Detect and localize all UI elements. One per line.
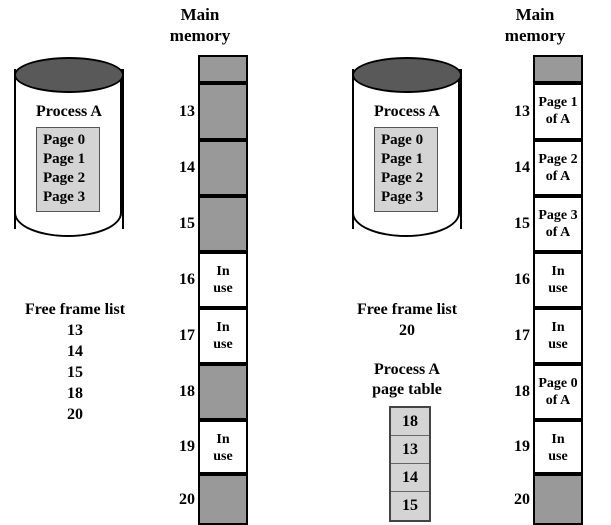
left-memory-frame-cell-label: In use: [213, 264, 233, 296]
right-memory-frame-cell: In use: [533, 308, 583, 364]
right-main-memory-header: Main memory: [475, 4, 595, 46]
right-disk-side-left: [352, 69, 354, 229]
left-memory-frame-cell: [198, 474, 248, 525]
left-disk-page-0: Page 0: [43, 132, 86, 148]
left-frame-number: 14: [179, 159, 195, 176]
left-memory-frame-cell-label: In use: [213, 320, 233, 352]
right-memory-frame-cell: Page 0 of A: [533, 364, 583, 420]
left-frame-number: 18: [179, 383, 195, 400]
left-disk-side-left: [14, 69, 16, 229]
right-disk-process-label: Process A: [374, 103, 440, 120]
right-disk-page-2: Page 2: [381, 170, 424, 186]
left-frame-number: 16: [179, 271, 195, 288]
left-free-frame-list: Free frame list 13 14 15 18 20: [0, 300, 150, 425]
left-memory-frame-cell: [198, 83, 248, 140]
left-disk-process-label: Process A: [36, 103, 102, 120]
left-free-frame-item: 14: [67, 343, 83, 360]
left-memory-frame-cell: [198, 55, 248, 83]
left-disk-page-1: Page 1: [43, 151, 86, 167]
left-disk-cylinder: Process A Page 0 Page 1 Page 2 Page 3: [14, 57, 124, 251]
right-memory-frame-cell: [533, 474, 583, 525]
right-memory-frame-cell-label: In use: [548, 320, 568, 352]
left-memory-frame-cell: [198, 364, 248, 420]
right-memory-frame-cell-label: In use: [548, 432, 568, 464]
process-a-page-table: 18 13 14 15: [389, 406, 431, 522]
right-disk-top-ellipse: [352, 57, 462, 93]
right-memory-frame-cell: In use: [533, 252, 583, 308]
left-frame-number: 17: [179, 327, 195, 344]
right-memory-frame-cell-label: Page 0 of A: [538, 376, 578, 408]
right-frame-number: 20: [514, 490, 530, 508]
right-memory-frame-cell: Page 3 of A: [533, 196, 583, 252]
page-table-title-line2: page table: [372, 381, 442, 398]
right-memory-frame-cell-label: Page 1 of A: [538, 95, 578, 127]
right-frame-number: 19: [514, 438, 530, 455]
right-disk-page-3: Page 3: [381, 189, 424, 205]
right-memory-frame-cell: [533, 55, 583, 83]
page-table-entry: 13: [391, 436, 429, 464]
right-disk-page-1: Page 1: [381, 151, 424, 167]
right-disk-page-box: Page 0 Page 1 Page 2 Page 3: [374, 127, 438, 212]
left-free-frame-item: 20: [67, 406, 83, 423]
right-free-frame-list-title: Free frame list: [356, 301, 458, 318]
right-frame-number: 17: [514, 327, 530, 344]
right-frame-number: 15: [514, 215, 530, 232]
right-memory-header-line1: Main: [515, 5, 555, 24]
right-memory-frame-cell: In use: [533, 420, 583, 474]
left-memory-frame-cell-label: In use: [213, 432, 233, 464]
page-table-entry: 15: [402, 497, 418, 514]
left-disk-top-ellipse: [14, 57, 124, 93]
left-free-frame-list-title: Free frame list: [24, 301, 126, 318]
left-main-memory-header: Main memory: [140, 4, 260, 46]
left-memory-frame-cell: [198, 140, 248, 196]
left-memory-frame-cell: [198, 196, 248, 252]
left-free-frame-item: 13: [67, 322, 83, 339]
right-memory-frame-cell-label: Page 2 of A: [538, 152, 578, 184]
left-frame-number: 13: [179, 102, 195, 120]
right-memory-frame-cell: Page 1 of A: [533, 83, 583, 140]
page-table-entry: 18: [391, 408, 429, 436]
left-free-frame-item: 15: [67, 364, 83, 381]
left-disk-page-2: Page 2: [43, 170, 86, 186]
right-memory-header-line2: memory: [504, 26, 566, 45]
right-disk-side-right: [460, 69, 462, 229]
right-frame-number: 14: [514, 159, 530, 176]
left-disk-side-right: [122, 69, 124, 229]
left-memory-frame-cell: In use: [198, 252, 248, 308]
left-memory-frame-cell: In use: [198, 308, 248, 364]
left-memory-header-line2: memory: [169, 26, 231, 45]
right-frame-number: 18: [514, 383, 530, 400]
left-frame-number: 20: [179, 490, 195, 508]
left-disk-page-3: Page 3: [43, 189, 86, 205]
left-frame-number: 19: [179, 438, 195, 455]
right-frame-number: 13: [514, 102, 530, 120]
right-memory-frame-cell-label: In use: [548, 264, 568, 296]
right-memory-frame-cell: Page 2 of A: [533, 140, 583, 196]
right-disk-cylinder: Process A Page 0 Page 1 Page 2 Page 3: [352, 57, 462, 251]
left-frame-number: 15: [179, 215, 195, 232]
right-memory-frame-cell-label: Page 3 of A: [538, 208, 578, 240]
page-table-entry: 14: [391, 464, 429, 492]
right-free-frame-item: 20: [399, 322, 415, 339]
left-free-frame-item: 18: [67, 385, 83, 402]
left-disk-page-box: Page 0 Page 1 Page 2 Page 3: [36, 127, 100, 212]
right-free-frame-list: Free frame list 20: [332, 300, 482, 341]
page-table-title-line1: Process A: [374, 361, 440, 378]
right-disk-page-0: Page 0: [381, 132, 424, 148]
right-free-frame-list-items: 20: [332, 320, 482, 341]
left-free-frame-list-items: 13 14 15 18 20: [0, 320, 150, 425]
right-frame-number: 16: [514, 271, 530, 288]
left-memory-frame-cell: In use: [198, 420, 248, 474]
page-table-title: Process A page table: [332, 360, 482, 400]
left-memory-header-line1: Main: [180, 5, 220, 24]
